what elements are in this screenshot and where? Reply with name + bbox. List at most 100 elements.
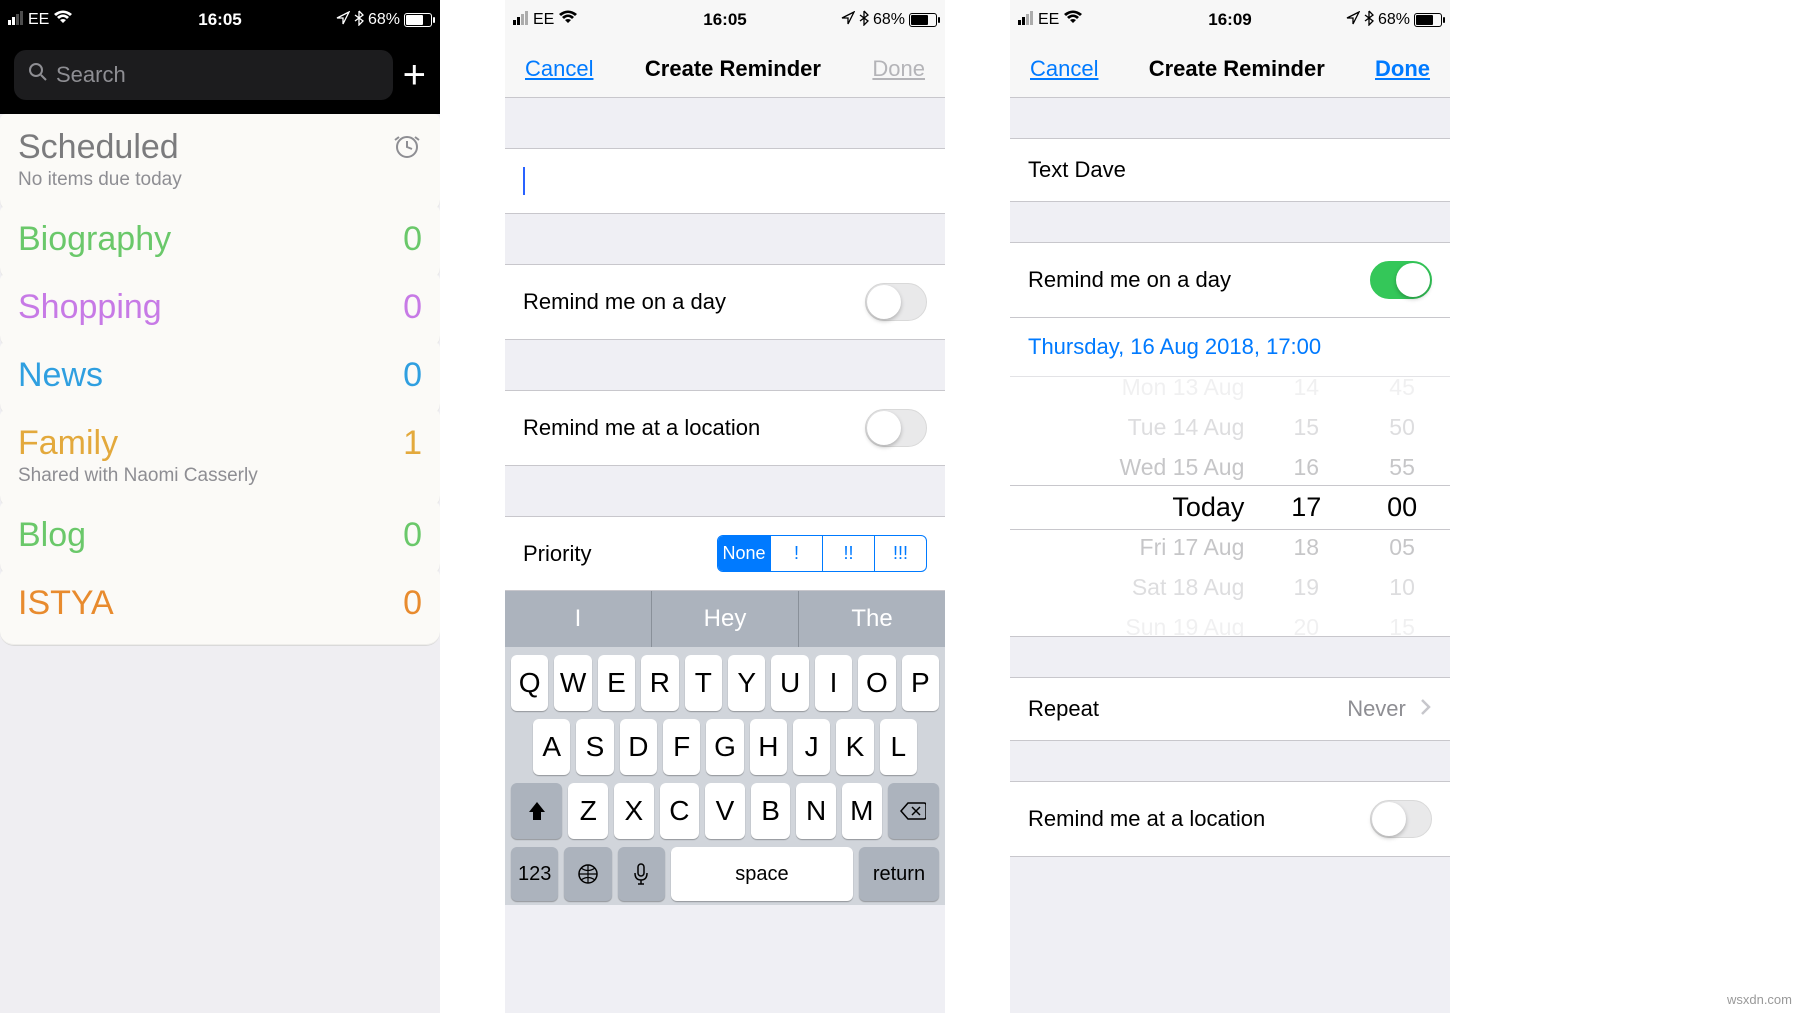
remind-day-toggle[interactable]	[1370, 261, 1432, 299]
priority-segmented[interactable]: None ! !! !!!	[717, 535, 927, 572]
done-button[interactable]: Done	[1375, 56, 1430, 82]
picker-item[interactable]: Wed 15 Aug	[1119, 447, 1244, 487]
battery-icon	[404, 13, 432, 27]
priority-med[interactable]: !!	[822, 536, 874, 571]
suggestion[interactable]: I	[505, 591, 652, 647]
picker-item[interactable]: 15	[1293, 407, 1319, 447]
picker-item[interactable]: Today	[1172, 487, 1244, 527]
separator	[505, 466, 945, 516]
picker-item[interactable]: Sun 19 Aug	[1125, 607, 1244, 638]
key-y[interactable]: Y	[728, 655, 765, 711]
picker-item[interactable]: 17	[1291, 487, 1321, 527]
cancel-button[interactable]: Cancel	[1030, 56, 1098, 82]
reminder-title-input[interactable]	[505, 148, 945, 214]
remind-day-row[interactable]: Remind me on a day	[505, 264, 945, 340]
remind-location-row[interactable]: Remind me at a location	[1010, 781, 1450, 857]
list-card[interactable]: News 0	[0, 342, 440, 418]
key-d[interactable]: D	[620, 719, 657, 775]
key-h[interactable]: H	[750, 719, 787, 775]
return-key[interactable]: return	[859, 847, 939, 901]
key-l[interactable]: L	[880, 719, 917, 775]
picker-item[interactable]: 10	[1389, 567, 1415, 607]
shift-key[interactable]	[511, 783, 562, 839]
key-i[interactable]: I	[815, 655, 852, 711]
key-r[interactable]: R	[641, 655, 678, 711]
key-x[interactable]: X	[614, 783, 654, 839]
priority-high[interactable]: !!!	[874, 536, 926, 571]
reminder-date-link[interactable]: Thursday, 16 Aug 2018, 17:00	[1010, 318, 1450, 377]
key-j[interactable]: J	[793, 719, 830, 775]
priority-low[interactable]: !	[770, 536, 822, 571]
picker-item[interactable]: 00	[1387, 487, 1417, 527]
picker-item[interactable]: 50	[1389, 407, 1415, 447]
picker-item[interactable]: 45	[1389, 377, 1415, 407]
picker-item[interactable]: 20	[1293, 607, 1319, 638]
priority-none[interactable]: None	[718, 536, 770, 571]
repeat-row[interactable]: Repeat Never	[1010, 677, 1450, 741]
list-card[interactable]: ISTYA 0	[0, 570, 440, 646]
picker-item[interactable]: Mon 13 Aug	[1122, 377, 1245, 407]
space-key[interactable]: space	[671, 847, 853, 901]
location-icon	[1346, 11, 1360, 30]
key-b[interactable]: B	[751, 783, 791, 839]
key-s[interactable]: S	[576, 719, 613, 775]
list-card[interactable]: Blog 0	[0, 502, 440, 578]
date-picker[interactable]: Mon 13 AugTue 14 AugWed 15 AugTodayFri 1…	[1010, 377, 1450, 637]
separator	[1010, 98, 1450, 138]
picker-item[interactable]: 16	[1293, 447, 1319, 487]
picker-item[interactable]: Sat 18 Aug	[1132, 567, 1245, 607]
picker-item[interactable]: 18	[1293, 527, 1319, 567]
backspace-key[interactable]	[888, 783, 939, 839]
remind-day-toggle[interactable]	[865, 283, 927, 321]
globe-key[interactable]	[564, 847, 611, 901]
key-f[interactable]: F	[663, 719, 700, 775]
key-n[interactable]: N	[796, 783, 836, 839]
list-name: Blog	[18, 516, 86, 555]
key-m[interactable]: M	[842, 783, 882, 839]
key-u[interactable]: U	[771, 655, 808, 711]
list-card[interactable]: Biography 0	[0, 206, 440, 282]
picker-item[interactable]: 55	[1389, 447, 1415, 487]
key-c[interactable]: C	[660, 783, 700, 839]
mic-key[interactable]	[618, 847, 665, 901]
picker-item[interactable]: 05	[1389, 527, 1415, 567]
remind-location-row[interactable]: Remind me at a location	[505, 390, 945, 466]
picker-item[interactable]: 19	[1293, 567, 1319, 607]
remind-location-toggle[interactable]	[1370, 800, 1432, 838]
list-card[interactable]: Family 1 Shared with Naomi Casserly	[0, 410, 440, 510]
key-g[interactable]: G	[706, 719, 743, 775]
add-button[interactable]: +	[403, 55, 426, 95]
key-a[interactable]: A	[533, 719, 570, 775]
reminder-title-value: Text Dave	[1028, 157, 1126, 182]
key-e[interactable]: E	[598, 655, 635, 711]
scheduled-card[interactable]: Scheduled No items due today	[0, 114, 440, 214]
key-123[interactable]: 123	[511, 847, 558, 901]
suggestion[interactable]: The	[799, 591, 945, 647]
key-k[interactable]: K	[836, 719, 873, 775]
cellular-icon	[513, 11, 529, 30]
key-p[interactable]: P	[902, 655, 939, 711]
remind-day-row[interactable]: Remind me on a day	[1010, 242, 1450, 318]
key-z[interactable]: Z	[568, 783, 608, 839]
picker-item[interactable]: Tue 14 Aug	[1128, 407, 1245, 447]
list-card[interactable]: Shopping 0	[0, 274, 440, 350]
key-w[interactable]: W	[554, 655, 591, 711]
key-v[interactable]: V	[705, 783, 745, 839]
list-name: Family	[18, 424, 118, 463]
picker-item[interactable]: 15	[1389, 607, 1415, 638]
carrier-label: EE	[1038, 11, 1059, 29]
done-button[interactable]: Done	[872, 56, 925, 82]
key-o[interactable]: O	[858, 655, 895, 711]
cancel-button[interactable]: Cancel	[525, 56, 593, 82]
key-q[interactable]: Q	[511, 655, 548, 711]
separator	[1010, 857, 1450, 1013]
suggestion[interactable]: Hey	[652, 591, 799, 647]
picker-item[interactable]: Fri 17 Aug	[1140, 527, 1245, 567]
remind-location-toggle[interactable]	[865, 409, 927, 447]
remind-day-label: Remind me on a day	[523, 289, 726, 315]
reminder-title-input[interactable]: Text Dave	[1010, 138, 1450, 202]
search-input[interactable]: Search	[14, 50, 393, 100]
key-t[interactable]: T	[685, 655, 722, 711]
keyboard: I Hey The QWERTYUIOPASDFGHJKLZXCVBNM 123…	[505, 591, 945, 905]
picker-item[interactable]: 14	[1293, 377, 1319, 407]
